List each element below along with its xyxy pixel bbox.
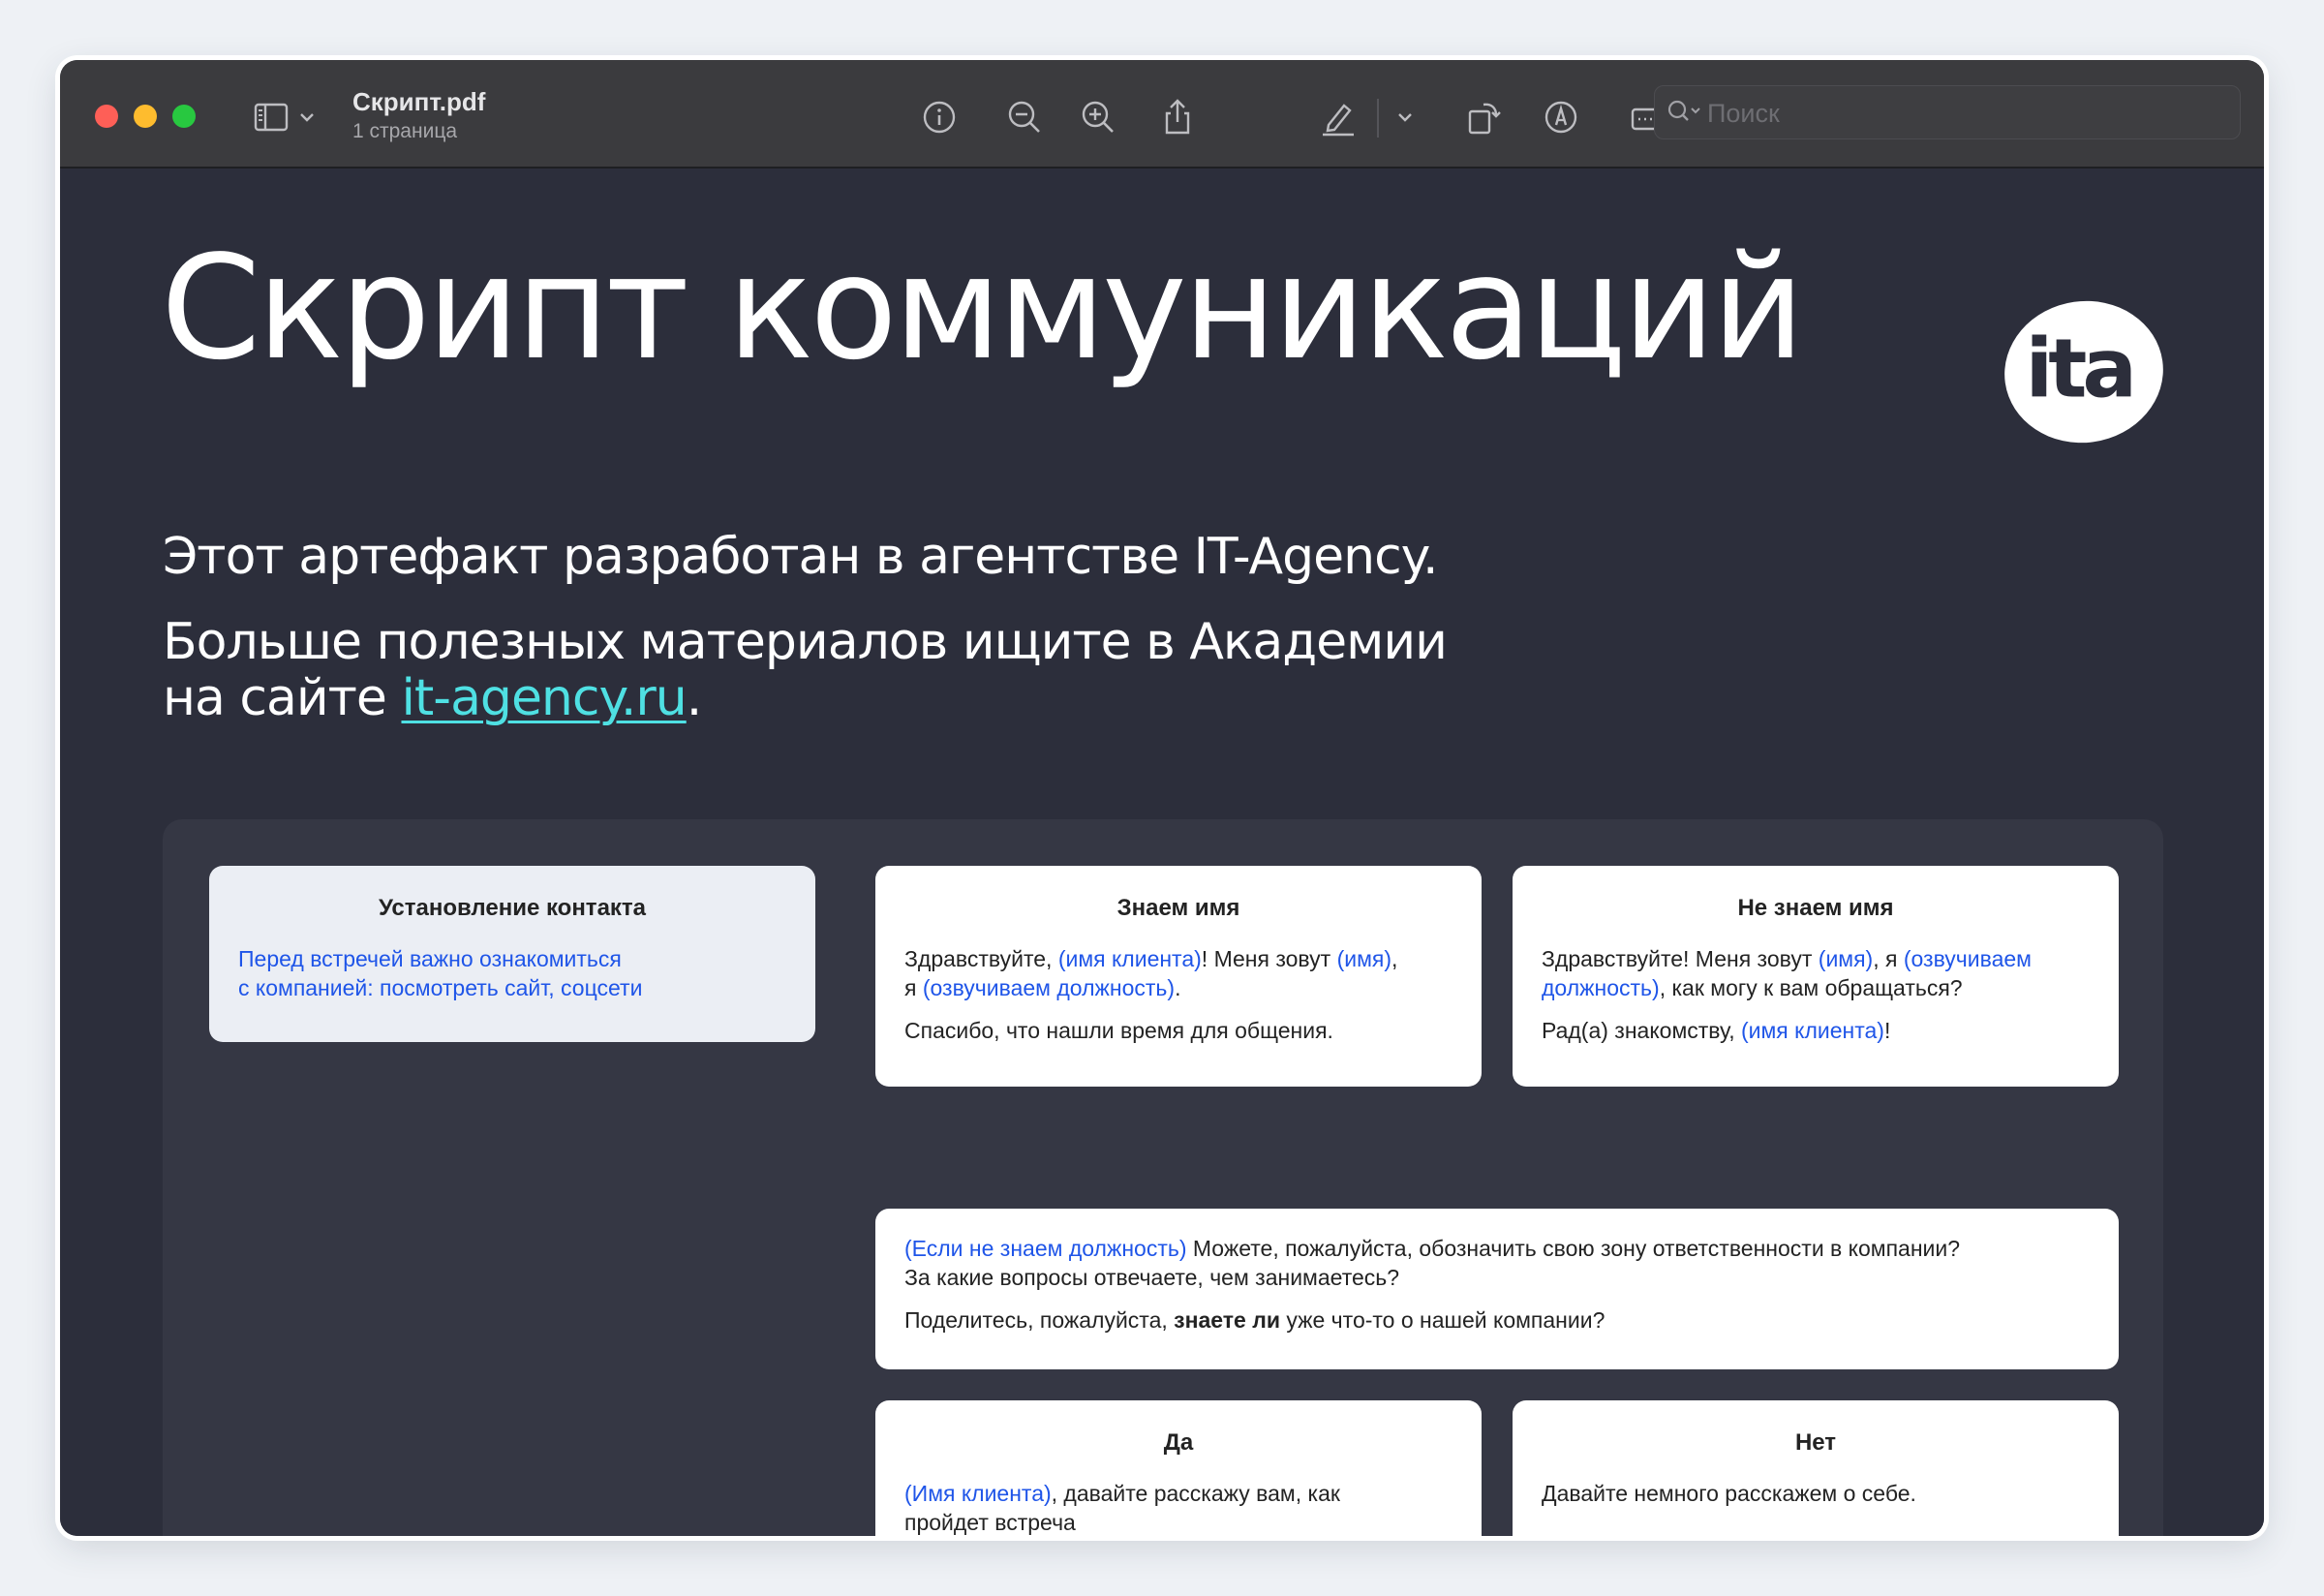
card-text: (Если не знаем должность) Можете, пожалу… bbox=[904, 1236, 1961, 1290]
info-icon[interactable] bbox=[918, 96, 961, 138]
card-text: Перед встречей важно ознакомиться bbox=[238, 946, 622, 971]
intro-line-3: на сайте it-agency.ru. bbox=[163, 669, 703, 727]
rotate-icon[interactable] bbox=[1462, 96, 1505, 138]
card-title: Не знаем имя bbox=[1737, 895, 1894, 921]
card-no: Нет Давайте немного расскажем о себе. bbox=[1513, 1400, 2119, 1536]
intro-line-1: Этот артефакт разработан в агентстве IT-… bbox=[163, 528, 1439, 586]
zoom-in-icon[interactable] bbox=[1077, 96, 1119, 138]
pdf-viewer-window: Скрипт.pdf 1 страница Поиск Скрипт комму… bbox=[60, 60, 2264, 1536]
card-text: Спасибо, что нашли время для общения. bbox=[904, 1018, 1333, 1043]
intro-line-2: Больше полезных материалов ищите в Акаде… bbox=[163, 613, 1448, 671]
card-text: Здравствуйте, (имя клиента)! Меня зовут … bbox=[904, 946, 1398, 1000]
card-text: Давайте немного расскажем о себе. bbox=[1542, 1481, 1916, 1506]
close-window-button[interactable] bbox=[95, 105, 118, 128]
card-title: Знаем имя bbox=[1116, 895, 1240, 921]
card-title: Установление контакта bbox=[378, 895, 647, 921]
search-icon bbox=[1665, 96, 1703, 129]
search-input[interactable] bbox=[1705, 86, 2232, 140]
card-text: (Имя клиента), давайте расскажу вам, как… bbox=[904, 1481, 1340, 1535]
chevron-down-icon[interactable] bbox=[1392, 96, 1418, 138]
card-text: Здравствуйте! Меня зовут (имя), я (озвуч… bbox=[1542, 946, 2032, 1000]
card-yes: Да (Имя клиента), давайте расскажу вам, … bbox=[875, 1400, 1482, 1536]
site-link[interactable]: it-agency.ru bbox=[401, 669, 687, 727]
zoom-out-icon[interactable] bbox=[1003, 96, 1046, 138]
document-title: Скрипт.pdf bbox=[352, 87, 486, 116]
card-know-name: Знаем имя Здравствуйте, (имя клиента)! М… bbox=[875, 866, 1482, 1087]
card-text: Рад(а) знакомству, (имя клиента)! bbox=[1542, 1018, 1891, 1043]
logo-text: ita bbox=[2025, 321, 2133, 416]
script-panel: Установление контакта Перед встречей важ… bbox=[163, 819, 2163, 1536]
card-text: с компанией: посмотреть сайт, соцсети bbox=[238, 975, 643, 1000]
sidebar-icon[interactable] bbox=[250, 96, 292, 138]
toolbar-divider bbox=[1377, 99, 1379, 138]
chevron-down-icon[interactable] bbox=[294, 96, 320, 138]
search-field[interactable] bbox=[1654, 85, 2241, 140]
page-count: 1 страница bbox=[352, 120, 458, 142]
card-title: Да bbox=[1163, 1429, 1194, 1456]
page-heading: Скрипт коммуникаций bbox=[161, 225, 1805, 391]
pdf-page: Скрипт коммуникаций ita Этот артефакт ра… bbox=[60, 169, 2264, 1536]
ita-logo: ita bbox=[1995, 291, 2173, 453]
titlebar: Скрипт.pdf 1 страница bbox=[60, 60, 2264, 169]
highlight-pen-icon[interactable] bbox=[1317, 96, 1360, 138]
zoom-window-button[interactable] bbox=[172, 105, 196, 128]
share-icon[interactable] bbox=[1156, 96, 1199, 138]
markup-icon[interactable] bbox=[1540, 96, 1582, 138]
card-unknown-name: Не знаем имя Здравствуйте! Меня зовут (и… bbox=[1513, 866, 2119, 1087]
intro-suffix: . bbox=[686, 669, 703, 727]
minimize-window-button[interactable] bbox=[134, 105, 157, 128]
intro-prefix: на сайте bbox=[163, 669, 402, 727]
card-text: Поделитесь, пожалуйста, знаете ли уже чт… bbox=[904, 1307, 1605, 1333]
card-responsibility: (Если не знаем должность) Можете, пожалу… bbox=[875, 1209, 2119, 1369]
card-title: Нет bbox=[1794, 1429, 1837, 1456]
card-establish-contact: Установление контакта Перед встречей важ… bbox=[209, 866, 815, 1042]
